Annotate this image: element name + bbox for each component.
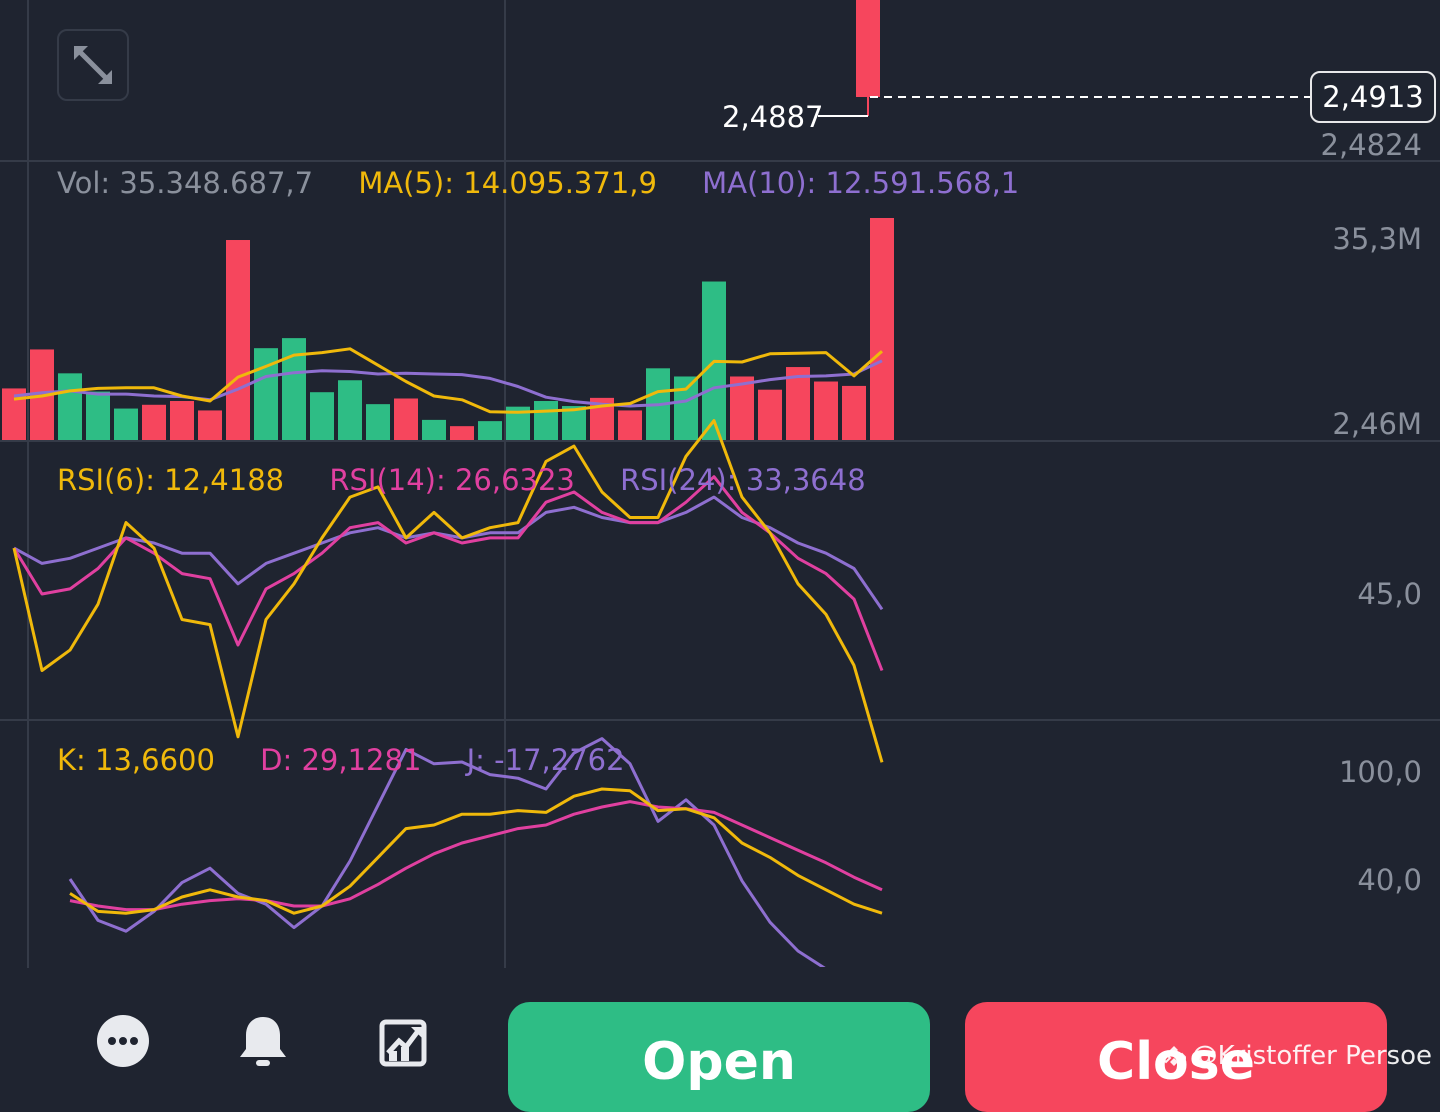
volume-bar [338, 380, 362, 440]
volume-bar [366, 404, 390, 440]
more-button[interactable] [94, 1012, 152, 1070]
volume-bar [814, 381, 838, 440]
volume-bar [758, 389, 782, 440]
price-axis-label: 2,4824 [1320, 128, 1422, 162]
open-button[interactable]: Open [508, 1002, 930, 1112]
volume-bar [226, 240, 250, 440]
rsi-legend: RSI(6): 12,4188 RSI(14): 26,6323 RSI(24)… [57, 463, 902, 497]
rsi24-line [13, 495, 884, 611]
volume-ma10: MA(10): 12.591.568,1 [702, 166, 1020, 200]
rsi24-value: RSI(24): 33,3648 [620, 463, 866, 497]
last-candle-body [856, 0, 880, 97]
volume-bar [842, 385, 866, 440]
bell-icon [240, 1017, 286, 1066]
volume-bar [450, 426, 474, 440]
expand-icon [74, 46, 112, 84]
rsi6-value: RSI(6): 12,4188 [57, 463, 285, 497]
kdj-k-value: K: 13,6600 [57, 743, 215, 777]
rsi14-line [12, 475, 884, 672]
last-candle-low-label: 2,4887 [722, 100, 824, 134]
fullscreen-button[interactable] [57, 29, 129, 101]
rsi14-value: RSI(14): 26,6323 [329, 463, 575, 497]
chart-trend-icon [379, 1019, 427, 1067]
volume-bar [142, 404, 166, 440]
volume-bar [534, 401, 558, 440]
current-price-tag[interactable]: 2,4913 [1310, 71, 1436, 123]
volume-value: Vol: 35.348.687,7 [57, 166, 314, 200]
volume-bars [2, 218, 894, 440]
volume-bar [478, 421, 502, 440]
volume-bar [870, 218, 894, 440]
kdj-legend: K: 13,6600 D: 29,1281 J: -17,2762 [57, 743, 661, 777]
kdj-axis-mid: 40,0 [1357, 863, 1422, 897]
chart-settings-button[interactable] [374, 1012, 432, 1070]
volume-bar [422, 419, 446, 440]
more-icon [97, 1015, 149, 1067]
volume-bar [198, 410, 222, 440]
rsi-axis-label: 45,0 [1357, 577, 1422, 611]
kdj-k-line [69, 787, 883, 915]
volume-bar [170, 401, 194, 440]
volume-bar [114, 408, 138, 440]
kdj-axis-top: 100,0 [1338, 755, 1422, 789]
volume-legend: Vol: 35.348.687,7 MA(5): 14.095.371,9 MA… [57, 166, 1055, 200]
volume-bar [394, 398, 418, 440]
volume-bar [58, 373, 82, 440]
volume-bar [618, 410, 642, 440]
kdj-d-value: D: 29,1281 [260, 743, 422, 777]
indicator-lines [12, 347, 884, 967]
watermark-text: @Kristoffer Persoe [1191, 1041, 1432, 1071]
volume-ma5: MA(5): 14.095.371,9 [358, 166, 657, 200]
volume-axis-top: 35,3M [1332, 222, 1422, 256]
volume-bar [86, 391, 110, 440]
alert-button[interactable] [234, 1012, 292, 1070]
watermark: @Kristoffer Persoe [1161, 1041, 1432, 1071]
kdj-j-value: J: -17,2762 [466, 743, 625, 777]
volume-axis-bottom: 2,46M [1332, 407, 1422, 441]
binance-logo-icon [1161, 1046, 1186, 1066]
volume-bar [310, 392, 334, 440]
chart-canvas[interactable] [0, 0, 1440, 1080]
volume-bar [674, 376, 698, 440]
